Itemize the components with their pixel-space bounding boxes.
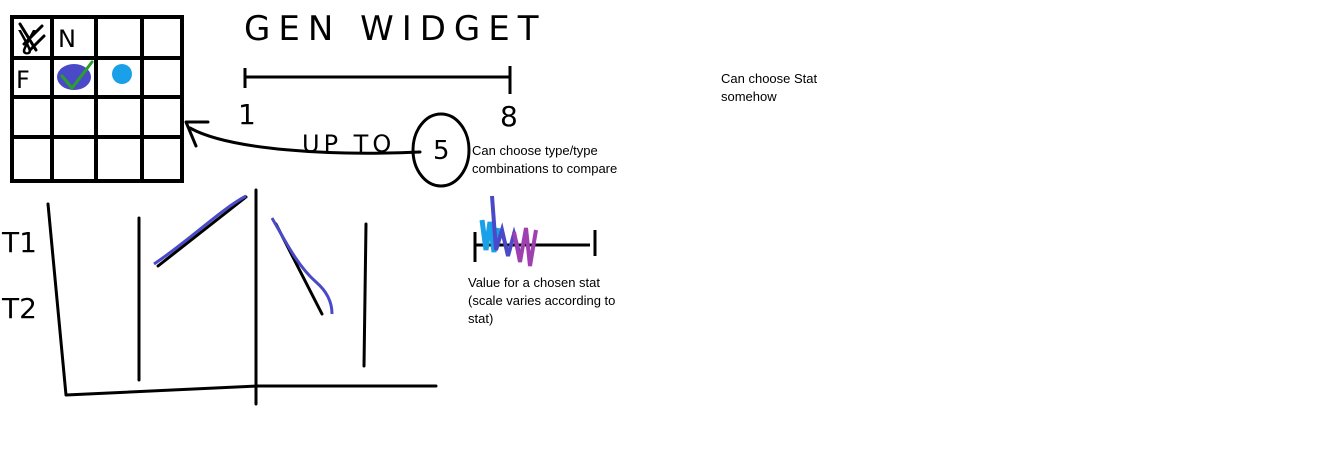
note-stat-choice: Can choose Stat somehow <box>721 70 817 106</box>
grid-header-cell: N <box>58 25 76 53</box>
page-title: GEN WIDGET <box>244 9 547 49</box>
sketch-canvas: Ɣ N F GEN WIDGET 1 8 UP TO 5 T1 T2 <box>1 9 597 406</box>
series-label-t1: T1 <box>1 226 37 259</box>
comparison-chart: T1 T2 <box>1 188 438 406</box>
scale-scribble-purple <box>512 227 538 267</box>
type-grid[interactable]: Ɣ N F <box>10 15 184 183</box>
series-label-t2: T2 <box>1 292 37 325</box>
grid-row-label: F <box>16 66 30 94</box>
max-count-annotation: UP TO 5 <box>184 112 471 188</box>
range-bar[interactable]: 1 8 <box>238 66 518 133</box>
note-line: stat) <box>468 311 494 326</box>
value-scale-legend <box>473 195 597 267</box>
series-line-blue-1 <box>153 194 247 266</box>
chart-axis <box>46 202 438 397</box>
note-line: Can choose type/type <box>472 143 598 158</box>
note-line: (scale varies according to <box>468 293 616 308</box>
chart-vertical-axis <box>362 222 368 368</box>
note-line: Can choose Stat <box>721 71 818 86</box>
note-line: combinations to compare <box>472 161 618 176</box>
series-line-blue-2 <box>270 217 334 315</box>
range-min-label: 1 <box>238 98 256 131</box>
cyan-blob[interactable] <box>112 64 132 84</box>
up-to-label: UP TO <box>302 130 395 158</box>
range-max-label: 8 <box>500 100 518 133</box>
note-line: somehow <box>721 89 777 104</box>
note-type-choice: Can choose type/type combinations to com… <box>472 142 617 178</box>
max-count-value: 5 <box>433 136 450 166</box>
note-line: Value for a chosen stat <box>468 275 601 290</box>
series-line-black-1 <box>156 195 248 268</box>
note-value-scale: Value for a chosen stat (scale varies ac… <box>468 274 615 328</box>
